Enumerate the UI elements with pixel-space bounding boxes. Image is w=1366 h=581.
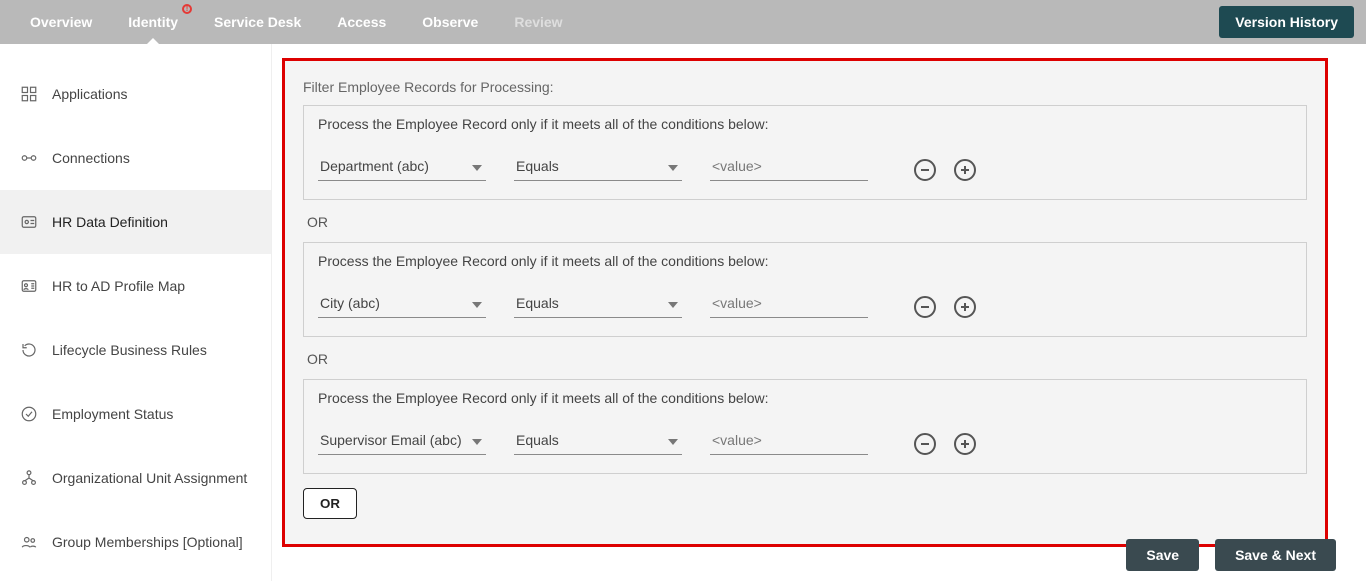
add-or-group-button[interactable]: OR bbox=[303, 488, 357, 519]
add-condition-button[interactable] bbox=[954, 296, 976, 318]
version-history-button[interactable]: Version History bbox=[1219, 6, 1354, 38]
value-input[interactable]: <value> bbox=[710, 291, 868, 318]
sidebar-item-hr-data-definition[interactable]: HR Data Definition bbox=[0, 190, 271, 254]
operator-select[interactable]: Equals bbox=[514, 291, 682, 318]
top-tabs: Overview Identity ! Service Desk Access … bbox=[12, 0, 581, 44]
condition-row: Supervisor Email (abc) Equals <value> bbox=[318, 428, 1292, 455]
sidebar-item-label: Applications bbox=[52, 86, 128, 102]
attribute-select[interactable]: Department (abc) bbox=[318, 154, 486, 181]
tab-observe[interactable]: Observe bbox=[404, 0, 496, 44]
tab-review[interactable]: Review bbox=[496, 0, 580, 44]
sidebar-item-label: HR to AD Profile Map bbox=[52, 278, 185, 294]
condition-group: Process the Employee Record only if it m… bbox=[303, 242, 1307, 337]
chevron-down-icon bbox=[668, 434, 678, 450]
profile-map-icon bbox=[20, 277, 38, 295]
value-placeholder: <value> bbox=[712, 295, 762, 311]
sidebar-item-group-memberships[interactable]: Group Memberships [Optional] bbox=[0, 510, 271, 574]
sidebar-item-lifecycle-rules[interactable]: Lifecycle Business Rules bbox=[0, 318, 271, 382]
add-condition-button[interactable] bbox=[954, 159, 976, 181]
apps-icon bbox=[20, 85, 38, 103]
sidebar-item-applications[interactable]: Applications bbox=[0, 62, 271, 126]
sidebar: Applications Connections HR Data Definit… bbox=[0, 44, 272, 581]
sidebar-item-label: Connections bbox=[52, 150, 130, 166]
tab-service-desk[interactable]: Service Desk bbox=[196, 0, 319, 44]
chevron-down-icon bbox=[668, 297, 678, 313]
add-condition-button[interactable] bbox=[954, 433, 976, 455]
checkmark-circle-icon bbox=[20, 405, 38, 423]
filter-panel: Filter Employee Records for Processing: … bbox=[282, 58, 1328, 547]
tab-overview[interactable]: Overview bbox=[12, 0, 110, 44]
condition-group-label: Process the Employee Record only if it m… bbox=[318, 116, 1292, 132]
chevron-down-icon bbox=[472, 160, 482, 176]
condition-group-label: Process the Employee Record only if it m… bbox=[318, 390, 1292, 406]
org-icon bbox=[20, 469, 38, 487]
condition-row: City (abc) Equals <value> bbox=[318, 291, 1292, 318]
group-icon bbox=[20, 533, 38, 551]
attribute-value: Department (abc) bbox=[320, 158, 429, 174]
sidebar-item-label: Organizational Unit Assignment bbox=[52, 470, 247, 486]
cycle-icon bbox=[20, 341, 38, 359]
attribute-select[interactable]: City (abc) bbox=[318, 291, 486, 318]
attribute-select[interactable]: Supervisor Email (abc) bbox=[318, 428, 486, 455]
condition-row: Department (abc) Equals <value> bbox=[318, 154, 1292, 181]
save-next-button[interactable]: Save & Next bbox=[1215, 539, 1336, 571]
sidebar-item-ou-assignment[interactable]: Organizational Unit Assignment bbox=[0, 446, 271, 510]
sidebar-item-hr-to-ad-map[interactable]: HR to AD Profile Map bbox=[0, 254, 271, 318]
attribute-value: City (abc) bbox=[320, 295, 380, 311]
condition-group-label: Process the Employee Record only if it m… bbox=[318, 253, 1292, 269]
tab-identity-label: Identity bbox=[128, 14, 178, 30]
id-card-icon bbox=[20, 213, 38, 231]
operator-select[interactable]: Equals bbox=[514, 154, 682, 181]
or-separator: OR bbox=[307, 351, 1303, 367]
filter-title: Filter Employee Records for Processing: bbox=[303, 79, 1307, 95]
link-icon bbox=[20, 149, 38, 167]
or-separator: OR bbox=[307, 214, 1303, 230]
sidebar-item-connections[interactable]: Connections bbox=[0, 126, 271, 190]
sidebar-item-label: Employment Status bbox=[52, 406, 173, 422]
value-input[interactable]: <value> bbox=[710, 154, 868, 181]
sidebar-item-label: HR Data Definition bbox=[52, 214, 168, 230]
value-placeholder: <value> bbox=[712, 432, 762, 448]
save-button[interactable]: Save bbox=[1126, 539, 1199, 571]
operator-select[interactable]: Equals bbox=[514, 428, 682, 455]
remove-condition-button[interactable] bbox=[914, 433, 936, 455]
tab-access[interactable]: Access bbox=[319, 0, 404, 44]
footer-actions: Save Save & Next bbox=[1126, 539, 1336, 571]
sidebar-item-employment-status[interactable]: Employment Status bbox=[0, 382, 271, 446]
condition-group: Process the Employee Record only if it m… bbox=[303, 105, 1307, 200]
sidebar-item-label: Lifecycle Business Rules bbox=[52, 342, 207, 358]
remove-condition-button[interactable] bbox=[914, 159, 936, 181]
chevron-down-icon bbox=[668, 160, 678, 176]
operator-value: Equals bbox=[516, 158, 559, 174]
chevron-down-icon bbox=[472, 434, 482, 450]
operator-value: Equals bbox=[516, 295, 559, 311]
attribute-value: Supervisor Email (abc) bbox=[320, 432, 462, 448]
condition-group: Process the Employee Record only if it m… bbox=[303, 379, 1307, 474]
chevron-down-icon bbox=[472, 297, 482, 313]
value-placeholder: <value> bbox=[712, 158, 762, 174]
main-content: Filter Employee Records for Processing: … bbox=[272, 44, 1366, 581]
alert-icon: ! bbox=[182, 4, 192, 14]
sidebar-item-label: Group Memberships [Optional] bbox=[52, 534, 243, 550]
top-bar: Overview Identity ! Service Desk Access … bbox=[0, 0, 1366, 44]
operator-value: Equals bbox=[516, 432, 559, 448]
tab-identity[interactable]: Identity ! bbox=[110, 0, 196, 44]
remove-condition-button[interactable] bbox=[914, 296, 936, 318]
value-input[interactable]: <value> bbox=[710, 428, 868, 455]
